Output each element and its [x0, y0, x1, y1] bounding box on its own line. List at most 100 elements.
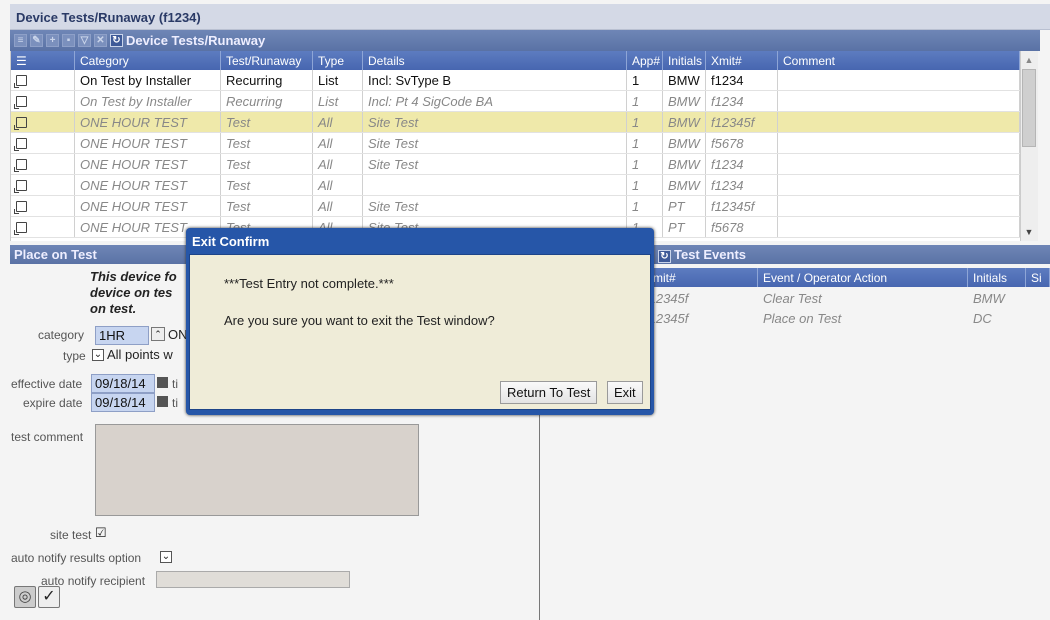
note-icon [14, 74, 27, 88]
column-chooser-icon[interactable]: ☰ [11, 51, 75, 70]
row-note-icon[interactable] [11, 175, 75, 195]
cell-type: All [313, 175, 363, 195]
col-si[interactable]: Si [1026, 268, 1050, 287]
cell-comment [778, 217, 1020, 237]
save-icon[interactable]: ▪ [62, 34, 75, 47]
table-row[interactable]: On Test by Installer Recurring List Incl: S… [11, 70, 1020, 91]
confirm-check-icon[interactable]: ✓ [38, 586, 60, 608]
scroll-up-icon[interactable]: ▲ [1021, 52, 1037, 68]
cell-app: 1 [627, 133, 663, 153]
table-row[interactable]: ONE HOUR TEST Test All Site Test 1 PT f12345f [11, 196, 1020, 217]
cell-comment [778, 112, 1020, 132]
table-row[interactable]: ONE HOUR TEST Test All Site Test 1 BMW f5678 [11, 133, 1020, 154]
col-xmit[interactable]: Xmit# [706, 51, 778, 70]
cell-test-runaway: Test [221, 154, 313, 174]
return-to-test-button[interactable]: Return To Test [500, 381, 598, 404]
cell-initials: BMW [973, 290, 1005, 306]
test-events-title: Test Events [674, 247, 747, 262]
col-event-action[interactable]: Event / Operator Action [758, 268, 968, 287]
cell-app: 1 [627, 175, 663, 195]
category-lookup-icon[interactable]: ⌃ [151, 327, 165, 341]
cell-xmit: f12345f [706, 196, 778, 216]
col-app[interactable]: App# [627, 51, 663, 70]
type-dropdown-icon[interactable]: ⌄ [92, 349, 104, 361]
row-note-icon[interactable] [11, 91, 75, 111]
cell-category: ONE HOUR TEST [75, 196, 221, 216]
note-icon [14, 200, 27, 214]
col-initials[interactable]: Initials [968, 268, 1026, 287]
scroll-down-icon[interactable]: ▼ [1021, 224, 1037, 240]
cell-initials: BMW [663, 175, 706, 195]
col-initials[interactable]: Initials [663, 51, 706, 70]
delete-icon[interactable]: ✕ [94, 34, 107, 47]
cell-xmit: f1234 [706, 91, 778, 111]
table-row[interactable]: ONE HOUR TEST Test All Site Test 1 BMW f1234 [11, 154, 1020, 175]
table-row[interactable]: ONE HOUR TEST Test All Site Test 1 BMW f12345f [11, 112, 1020, 133]
fingerprint-icon[interactable]: ◎ [14, 586, 36, 608]
test-comment-label: test comment [11, 430, 84, 444]
cell-category: ONE HOUR TEST [75, 175, 221, 195]
add-icon[interactable]: + [46, 34, 59, 47]
toolbar: ≡ ✎ + ▪ ▽ ✕ ↻ Device Tests/Runaway [10, 30, 1040, 51]
row-note-icon[interactable] [11, 196, 75, 216]
cell-test-runaway: Test [221, 112, 313, 132]
calendar-icon[interactable] [157, 396, 168, 407]
refresh-icon[interactable]: ↻ [658, 250, 671, 263]
recipient-input[interactable] [156, 571, 350, 588]
cell-type: All [313, 133, 363, 153]
col-type[interactable]: Type [313, 51, 363, 70]
list-icon[interactable]: ≡ [14, 34, 27, 47]
toolbar-label: Device Tests/Runaway [126, 33, 266, 48]
cell-test-runaway: Test [221, 175, 313, 195]
cell-event-action: Place on Test [763, 310, 842, 326]
col-category[interactable]: Category [75, 51, 221, 70]
grid-body: On Test by Installer Recurring List Incl: S… [11, 70, 1020, 238]
edit-icon[interactable]: ✎ [30, 34, 43, 47]
dialog-title: Exit Confirm [192, 234, 270, 249]
row-note-icon[interactable] [11, 70, 75, 90]
col-test-runaway[interactable]: Test/Runaway [221, 51, 313, 70]
auto-notify-dropdown-icon[interactable]: ⌄ [160, 551, 172, 563]
cell-type: All [313, 196, 363, 216]
col-details[interactable]: Details [363, 51, 627, 70]
cell-comment [778, 196, 1020, 216]
site-test-label: site test [50, 528, 92, 542]
scroll-thumb[interactable] [1022, 69, 1036, 147]
cell-details [363, 175, 627, 195]
cell-xmit: f12345f [645, 290, 689, 306]
cell-category: ONE HOUR TEST [75, 133, 221, 153]
filter-icon[interactable]: ▽ [78, 34, 91, 47]
note-icon [14, 95, 27, 109]
category-input[interactable]: 1HR [95, 326, 149, 345]
note-icon [14, 137, 27, 151]
refresh-icon[interactable]: ↻ [110, 34, 123, 47]
dialog-line-1: ***Test Entry not complete.*** [224, 276, 394, 291]
expire-date-input[interactable]: 09/18/14 [91, 393, 155, 412]
cell-details: Incl: Pt 4 SigCode BA [363, 91, 627, 111]
test-comment-textarea[interactable] [95, 424, 419, 516]
effective-time-label: ti [172, 377, 178, 391]
window-title: Device Tests/Runaway (f1234) [10, 4, 1050, 30]
cell-initials: BMW [663, 70, 706, 90]
cell-type: List [313, 91, 363, 111]
auto-notify-label: auto notify results option [11, 551, 142, 565]
row-note-icon[interactable] [11, 112, 75, 132]
table-row[interactable]: ONE HOUR TEST Test All 1 BMW f1234 [11, 175, 1020, 196]
row-note-icon[interactable] [11, 217, 75, 237]
site-test-checkbox[interactable]: ☑ [95, 526, 107, 539]
cell-event-action: Clear Test [763, 290, 822, 306]
col-xmit[interactable]: Xmit# [640, 268, 758, 287]
col-comment[interactable]: Comment [778, 51, 1020, 70]
exit-button[interactable]: Exit [607, 381, 643, 404]
note-icon [14, 221, 27, 235]
cell-category: On Test by Installer [75, 70, 221, 90]
tests-grid: ☰ Category Test/Runaway Type Details App… [10, 51, 1020, 241]
effective-date-input[interactable]: 09/18/14 [91, 374, 155, 393]
grid-header: ☰ Category Test/Runaway Type Details App… [11, 51, 1020, 70]
cell-comment [778, 175, 1020, 195]
calendar-icon[interactable] [157, 377, 168, 388]
row-note-icon[interactable] [11, 133, 75, 153]
cell-xmit: f1234 [706, 154, 778, 174]
table-row[interactable]: On Test by Installer Recurring List Incl: P… [11, 91, 1020, 112]
row-note-icon[interactable] [11, 154, 75, 174]
